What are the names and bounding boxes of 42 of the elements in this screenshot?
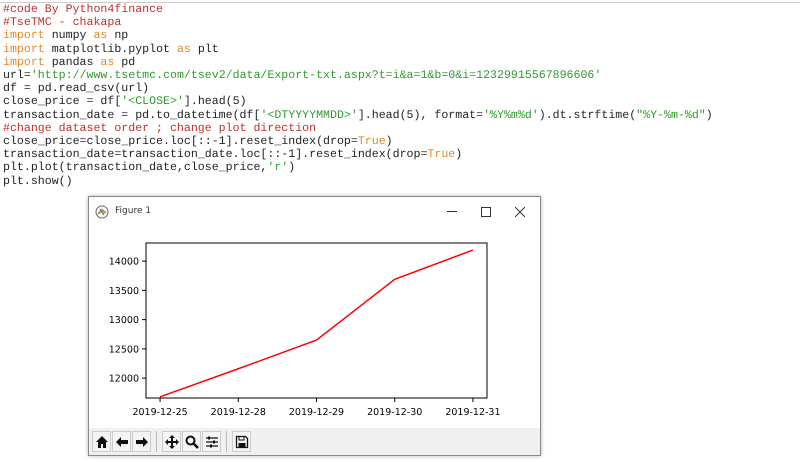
home-button[interactable] [92, 431, 111, 452]
move-icon [164, 434, 178, 448]
home-icon [94, 434, 108, 448]
code-line: #change dataset order ; change plot direction [3, 122, 318, 136]
code-line: transaction_date=transaction_date.loc[::-1].reset_index(drop=True) [3, 148, 464, 162]
tick-label: 14000 [108, 256, 139, 268]
tick-label: 2019-12-25 [132, 407, 188, 418]
close-icon [515, 207, 525, 217]
arrow-right-button[interactable] [132, 431, 151, 452]
tick-label: 13000 [108, 315, 139, 326]
tick-label: 2019-12-31 [445, 407, 501, 418]
code-line: import pandas as pd [3, 56, 136, 70]
tick-label: 2019-12-28 [210, 407, 266, 418]
tick-label: 12000 [108, 374, 139, 385]
code-line: import matplotlib.pyplot as plt [3, 42, 220, 56]
sliders-icon [204, 434, 218, 448]
arrow-right-icon [134, 434, 148, 448]
search-button[interactable] [182, 431, 201, 452]
tick-label: 12500 [108, 344, 139, 356]
code-line: close_price = df['<CLOSE>'].head(5) [3, 95, 248, 109]
window-title: Figure 1 [115, 205, 152, 218]
code-line: #code By Python4finance [3, 3, 164, 16]
tick-label: 13500 [108, 286, 139, 297]
minimize-icon [447, 211, 457, 213]
arrow-left-icon [114, 434, 128, 448]
floppy-disk-button[interactable] [232, 431, 251, 452]
code-line: close_price=close_price.loc[::-1].reset_index(drop=True) [3, 135, 394, 148]
sliders-button[interactable] [202, 431, 221, 452]
maximize-icon [481, 207, 491, 217]
tick-label: 2019-12-29 [288, 407, 344, 418]
code-line: df = pd.read_csv(url) [3, 82, 150, 96]
app-icon [95, 205, 109, 219]
code-line: import numpy as np [3, 29, 130, 43]
code-line: plt.plot(transaction_date,close_price,'r') [3, 161, 296, 175]
code-line: transaction_date = pd.to_datetime(df['<DTYYYYMMDD>'].head(5), format='%Y%m%d').dt.strftime("%Y-%m-%d") [3, 108, 714, 122]
move-button[interactable] [162, 431, 181, 452]
code-line: #TseTMC - chakapa [3, 16, 122, 30]
code-line: url='http://www.tsetmc.com/tsev2/data/Export-txt.aspx?t=i&a=1&b=0&i=12329915567896606' [3, 69, 602, 82]
code-line: plt.show() [3, 174, 74, 188]
arrow-left-button[interactable] [112, 431, 131, 452]
tick-label: 2019-12-30 [367, 407, 422, 418]
search-icon [184, 434, 198, 448]
